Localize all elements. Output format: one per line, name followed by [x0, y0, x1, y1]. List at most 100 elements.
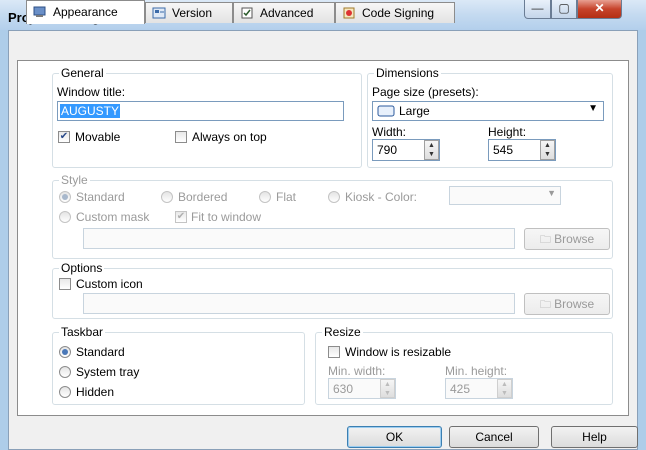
window-title-label: Window title: [57, 85, 126, 99]
stepper-down-icon[interactable]: ▼ [498, 389, 511, 398]
taskbar-standard-radio[interactable] [59, 346, 71, 358]
appearance-tab-panel: General Window title: AUGUSTY ✔ Movable … [17, 60, 629, 416]
maximize-button[interactable]: ▢ [551, 0, 577, 19]
help-button[interactable]: Help [551, 426, 638, 448]
stepper-down-icon[interactable]: ▼ [425, 150, 438, 159]
chevron-down-icon[interactable]: ▼ [588, 103, 598, 114]
style-browse-button[interactable]: 🗀 Browse [524, 228, 610, 250]
appearance-icon [33, 6, 46, 17]
ok-button[interactable]: OK [347, 426, 442, 448]
taskbar-hidden-radio[interactable] [59, 386, 71, 398]
style-flat-label: Flat [276, 190, 297, 204]
style-standard-label: Standard [76, 190, 125, 204]
tab-code-signing[interactable]: Code Signing [335, 2, 455, 23]
options-group-label: Options [59, 261, 105, 275]
stepper-up-icon[interactable]: ▲ [381, 380, 394, 389]
cancel-button[interactable]: Cancel [449, 426, 539, 448]
taskbar-group-label: Taskbar [59, 325, 106, 339]
style-kiosk-radio[interactable] [328, 191, 340, 203]
style-group-label: Style [59, 173, 90, 187]
custom-icon-path-field[interactable] [83, 293, 515, 314]
style-group: Style Standard Bordered Flat Kiosk - Col… [52, 173, 613, 259]
browse-label: Browse [554, 297, 595, 311]
stepper-up-icon[interactable]: ▲ [425, 141, 438, 150]
tab-label: Advanced [260, 6, 314, 20]
style-kiosk-label: Kiosk - Color: [345, 190, 418, 204]
maximize-icon: ▢ [558, 1, 570, 15]
project-settings-window: Project Settings — ▢ ✕ Appearance Versio… [0, 0, 646, 450]
general-group-label: General [59, 66, 106, 80]
taskbar-standard-label: Standard [76, 345, 125, 359]
tab-version[interactable]: Version [145, 2, 233, 23]
taskbar-group: Taskbar Standard System tray Hidden [52, 325, 305, 405]
taskbar-system-tray-radio[interactable] [59, 366, 71, 378]
page-size-value: Large [399, 104, 430, 118]
style-custom-mask-radio[interactable] [59, 211, 71, 223]
tab-label: Version [172, 6, 213, 20]
general-group: General Window title: AUGUSTY ✔ Movable … [52, 66, 362, 168]
always-on-top-checkbox[interactable] [175, 131, 187, 143]
fit-to-window-label: Fit to window [191, 210, 262, 224]
width-stepper[interactable]: ▲ ▼ [424, 140, 439, 160]
fit-to-window-checkbox[interactable]: ✔ [175, 211, 187, 223]
options-browse-button[interactable]: 🗀 Browse [524, 293, 610, 315]
page-size-dropdown[interactable]: Large ▼ [372, 101, 604, 121]
advanced-icon [241, 7, 253, 19]
window-title-field[interactable]: AUGUSTY [57, 101, 344, 121]
custom-icon-checkbox[interactable] [59, 278, 71, 290]
style-bordered-label: Bordered [178, 190, 228, 204]
stepper-down-icon[interactable]: ▼ [381, 389, 394, 398]
taskbar-system-tray-label: System tray [76, 365, 140, 379]
resize-group: Resize Window is resizable Min. width: 6… [315, 325, 613, 405]
style-bordered-radio[interactable] [161, 191, 173, 203]
custom-mask-path-field[interactable] [83, 228, 515, 249]
custom-icon-label: Custom icon [76, 277, 143, 291]
check-icon: ✔ [59, 131, 69, 142]
chevron-down-icon[interactable]: ▼ [547, 188, 556, 198]
cancel-label: Cancel [475, 430, 513, 444]
tab-label: Code Signing [362, 6, 435, 20]
custom-mask-label: Custom mask [76, 210, 150, 224]
options-group: Options Custom icon 🗀 Browse [52, 261, 613, 319]
min-height-label: Min. height: [445, 364, 508, 378]
ok-label: OK [385, 430, 404, 444]
style-flat-radio[interactable] [259, 191, 271, 203]
min-height-value: 425 [450, 382, 471, 396]
folder-icon: 🗀 [539, 299, 551, 311]
close-button[interactable]: ✕ [577, 0, 622, 19]
minimize-button[interactable]: — [524, 0, 551, 19]
page-size-label: Page size (presets): [372, 85, 479, 99]
version-icon [152, 7, 166, 19]
stepper-down-icon[interactable]: ▼ [541, 150, 554, 159]
window-resizable-checkbox[interactable] [328, 346, 340, 358]
min-height-stepper[interactable]: ▲ ▼ [497, 379, 512, 398]
browse-label: Browse [554, 232, 595, 246]
taskbar-hidden-label: Hidden [76, 385, 115, 399]
minimize-icon: — [531, 1, 544, 15]
height-stepper[interactable]: ▲ ▼ [540, 140, 555, 160]
stepper-up-icon[interactable]: ▲ [498, 380, 511, 389]
style-standard-radio[interactable] [59, 191, 71, 203]
tab-appearance[interactable]: Appearance [26, 0, 145, 24]
movable-label: Movable [75, 130, 121, 144]
dimensions-group: Dimensions Page size (presets): Large ▼ … [367, 66, 613, 168]
code-signing-icon [343, 7, 355, 19]
page-size-preview-icon [377, 105, 395, 117]
stepper-up-icon[interactable]: ▲ [541, 141, 554, 150]
window-title-value: AUGUSTY [60, 104, 121, 118]
close-icon: ✕ [594, 1, 605, 15]
movable-checkbox[interactable]: ✔ [58, 131, 70, 143]
min-width-label: Min. width: [328, 364, 386, 378]
width-value: 790 [377, 143, 398, 157]
always-on-top-label: Always on top [192, 130, 267, 144]
check-icon: ✔ [176, 211, 186, 222]
help-label: Help [582, 430, 607, 444]
height-value: 545 [493, 143, 514, 157]
height-label: Height: [488, 125, 527, 139]
min-width-stepper[interactable]: ▲ ▼ [380, 379, 395, 398]
kiosk-color-dropdown[interactable]: ▼ [449, 186, 561, 205]
min-width-value: 630 [333, 382, 354, 396]
tab-advanced[interactable]: Advanced [233, 2, 335, 23]
folder-icon: 🗀 [539, 234, 551, 246]
resize-group-label: Resize [322, 325, 363, 339]
